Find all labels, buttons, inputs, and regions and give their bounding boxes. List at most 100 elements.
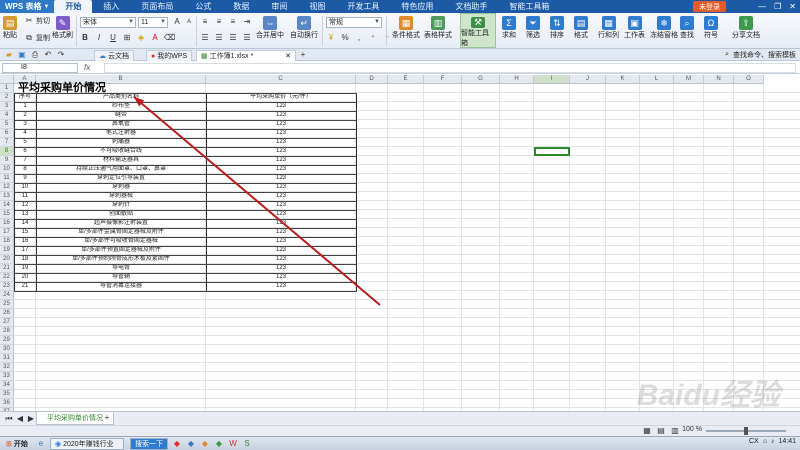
table-cell[interactable]: 18	[14, 255, 36, 264]
table-cell[interactable]: 123	[206, 102, 356, 111]
minimize-icon[interactable]: —	[758, 2, 766, 11]
table-cell[interactable]: 123	[206, 156, 356, 165]
row-header[interactable]: 22	[0, 273, 14, 282]
column-header[interactable]: N	[704, 75, 734, 84]
app-icon[interactable]: ◆	[172, 439, 182, 449]
row-header[interactable]: 34	[0, 381, 14, 390]
formula-input[interactable]	[104, 63, 796, 73]
sheet-title-cell[interactable]: 平均采购单价情况	[14, 83, 214, 94]
row-header[interactable]: 28	[0, 327, 14, 336]
table-cell[interactable]: 11	[14, 192, 36, 201]
row-header[interactable]: 14	[0, 201, 14, 210]
table-cell[interactable]: 穿刺器	[36, 183, 206, 192]
close-icon[interactable]: ✕	[789, 2, 796, 11]
column-header[interactable]: G	[462, 75, 500, 84]
app-icon[interactable]: ◆	[214, 439, 224, 449]
menu-tab[interactable]: 审阅	[260, 0, 298, 13]
row-header[interactable]: 15	[0, 210, 14, 219]
table-cell[interactable]: 15	[14, 228, 36, 237]
decimal-decrease-icon[interactable]: ⁻	[382, 33, 392, 43]
table-cell[interactable]: 12	[14, 201, 36, 210]
undo-icon[interactable]: ↶	[43, 50, 53, 60]
header-cell[interactable]: 产品类别名称	[36, 93, 206, 102]
row-header[interactable]: 4	[0, 111, 14, 120]
align-right-icon[interactable]: ☰	[228, 33, 238, 43]
format-button[interactable]: ▤ 格式	[574, 16, 588, 40]
table-cell[interactable]: 2	[14, 111, 36, 120]
menu-tab[interactable]: 插入	[92, 0, 130, 13]
row-header[interactable]: 21	[0, 264, 14, 273]
zoom-slider-handle[interactable]	[744, 427, 748, 435]
redo-icon[interactable]: ↷	[56, 50, 66, 60]
page-layout-icon[interactable]: ▤	[656, 426, 666, 436]
font-grow-shrink[interactable]: AA	[172, 17, 194, 27]
indent-icon[interactable]: ⇥	[242, 17, 252, 27]
row-header[interactable]: 19	[0, 246, 14, 255]
table-cell[interactable]: 9	[14, 174, 36, 183]
row-header[interactable]: 10	[0, 165, 14, 174]
spreadsheet-grid[interactable]: A B C D E F G H I J K L M N O 1 2 3 4 5 6 7 8 9 10 11 12 13 14 15 16 17…	[0, 75, 800, 411]
table-cell[interactable]: 7	[14, 156, 36, 165]
fill-color-icon[interactable]: ◈	[136, 33, 146, 43]
font-shrink-icon[interactable]: A	[184, 17, 194, 27]
row-header[interactable]: 3	[0, 102, 14, 111]
table-cell[interactable]: 123	[206, 273, 356, 282]
table-cell[interactable]: 缝带	[36, 111, 206, 120]
table-cell[interactable]: 单/多部件预制颅骨成形术板及紧固件	[36, 255, 206, 264]
table-cell[interactable]: 纱布垫	[36, 102, 206, 111]
table-cell[interactable]: 单/多部件金属骨固定器械及附件	[36, 228, 206, 237]
row-header[interactable]: 24	[0, 291, 14, 300]
font-size-select[interactable]: 11 ▼	[138, 17, 168, 28]
align-center-icon[interactable]: ☰	[214, 33, 224, 43]
table-cell[interactable]: 123	[206, 255, 356, 264]
login-button[interactable]: 未登录	[693, 1, 726, 12]
column-header[interactable]: L	[640, 75, 674, 84]
row-header[interactable]: 32	[0, 363, 14, 372]
column-header[interactable]: J	[570, 75, 606, 84]
command-search[interactable]: ⌕ 查找命令、搜索模板	[725, 50, 796, 60]
align-middle-icon[interactable]: ≡	[214, 17, 224, 27]
column-header[interactable]: O	[734, 75, 764, 84]
table-cell[interactable]: 材料输送器具	[36, 156, 206, 165]
percent-icon[interactable]: %	[340, 33, 350, 43]
selected-cell[interactable]	[534, 147, 570, 156]
column-header[interactable]: E	[388, 75, 424, 84]
maximize-icon[interactable]: ❐	[774, 2, 781, 11]
bold-icon[interactable]: B	[80, 33, 90, 43]
menu-tab[interactable]: 开发工具	[336, 0, 390, 13]
symbol-button[interactable]: Ω 符号	[704, 16, 718, 40]
table-cell[interactable]: 刺痛器	[36, 138, 206, 147]
table-cell[interactable]: 超声摄像影注射装置	[36, 219, 206, 228]
table-cell[interactable]: 4	[14, 129, 36, 138]
table-cell[interactable]: 123	[206, 120, 356, 129]
table-cell[interactable]: 不可吸收缝合线	[36, 147, 206, 156]
italic-icon[interactable]: I	[94, 33, 104, 43]
row-header[interactable]: 26	[0, 309, 14, 318]
row-header[interactable]: 12	[0, 183, 14, 192]
tab-cloud-docs[interactable]: ☁ 云文档	[94, 50, 134, 61]
name-box[interactable]: I8	[2, 63, 78, 73]
header-cell[interactable]: 序号	[14, 93, 36, 102]
row-header[interactable]: 23	[0, 282, 14, 291]
table-cell[interactable]: 13	[14, 210, 36, 219]
column-header[interactable]: F	[424, 75, 462, 84]
wrap-text-button[interactable]: ↵ 自动换行	[290, 16, 318, 40]
font-color-icon[interactable]: A	[150, 33, 160, 43]
paste-button[interactable]: ▤ 粘贴	[3, 16, 17, 40]
table-cell[interactable]: 单/多部件预置固定器械及附件	[36, 246, 206, 255]
worksheet-button[interactable]: ▣ 工作表	[624, 16, 645, 40]
column-header[interactable]: H	[500, 75, 534, 84]
column-header[interactable]: K	[606, 75, 640, 84]
tab-workbook[interactable]: ▦ 工作簿1.xlsx * ✕	[196, 50, 296, 61]
table-cell[interactable]: 123	[206, 174, 356, 183]
wps-writer-icon[interactable]: W	[228, 439, 238, 449]
table-cell[interactable]: 8	[14, 165, 36, 174]
number-format-select[interactable]: 常规 ▼	[326, 17, 382, 28]
cut-button[interactable]: ✂ 剪切	[24, 16, 50, 26]
page-break-icon[interactable]: ▥	[670, 426, 680, 436]
row-header[interactable]: 2	[0, 93, 14, 102]
table-style-button[interactable]: ▥ 表格样式	[424, 16, 452, 40]
format-brush-button[interactable]: ✎ 格式刷	[52, 16, 73, 40]
app-menu-button[interactable]: WPS 表格 ▼	[0, 0, 55, 13]
volume-icon[interactable]: ♪	[771, 438, 775, 445]
